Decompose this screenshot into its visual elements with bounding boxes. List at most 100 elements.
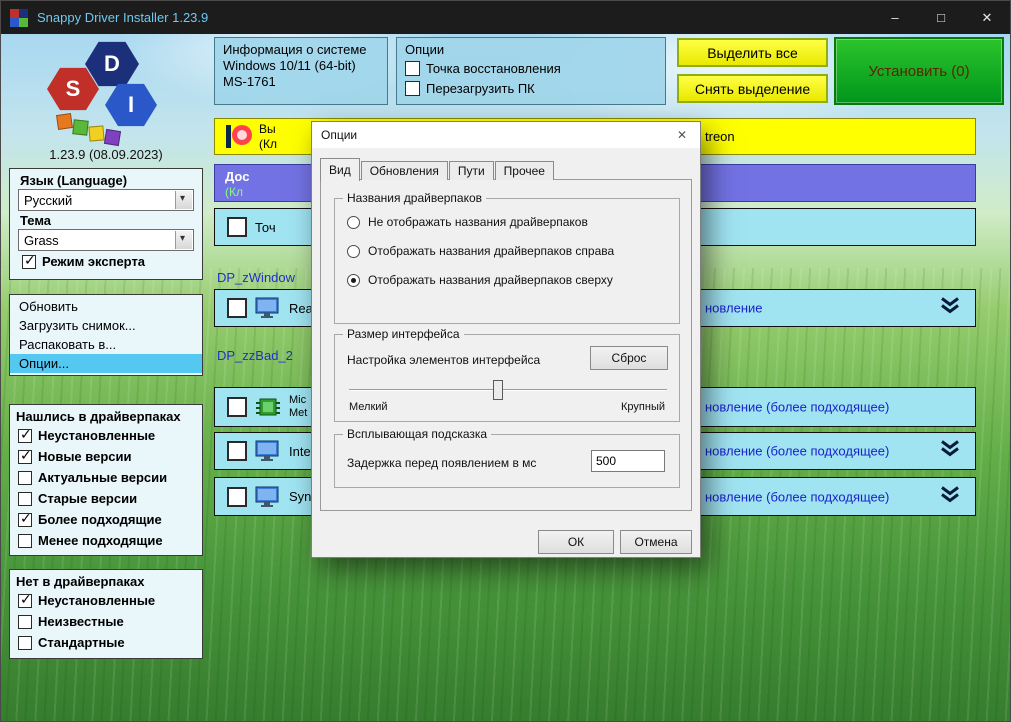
filter-checkbox[interactable] [18,448,32,464]
filter-label: Менее подходящие [38,533,163,548]
driver-name-fragment: Met [289,407,308,419]
chevron-down-icon[interactable] [175,231,192,249]
driver-checkbox[interactable] [227,217,247,237]
dialog-close-button[interactable]: ✕ [664,122,700,148]
logo-letter: D [104,51,120,76]
tooltip-group: Всплывающая подсказка Задержка перед поя… [334,427,680,488]
driver-name-fragment: Inte [289,443,311,459]
filter-row[interactable]: Неизвестные [14,611,198,632]
filter-label: Старые версии [38,491,138,506]
menu-item-load-snapshot[interactable]: Загрузить снимок... [10,316,202,335]
names-group: Названия драйверпаков Не отображать назв… [334,191,680,324]
radio-row[interactable]: Отображать названия драйверпаков сверху [347,273,613,287]
app-window: Snappy Driver Installer 1.23.9 – □ ✕ D S… [0,0,1011,722]
patreon-text-fragment: treon [705,129,735,144]
install-button[interactable]: Установить (0) [834,37,1004,105]
size-slider-thumb[interactable] [493,380,503,400]
app-body: D S I 1.23.9 (08.09.2023) Язык (Language… [1,34,1010,721]
restore-point-label: Точка восстановления [426,60,561,76]
slider-max-label: Крупный [621,401,665,413]
dialog-tabs: Вид Обновления Пути Прочее [320,157,555,181]
menu-item-update[interactable]: Обновить [10,297,202,316]
ok-button[interactable]: ОК [538,530,614,554]
filter-label: Неизвестные [38,614,124,629]
filter-row[interactable]: Неустановленные [14,590,198,611]
monitor-icon [255,486,279,507]
restore-point-checkbox[interactable] [405,60,420,76]
menu-item-options[interactable]: Опции... [10,354,202,373]
filter-checkbox[interactable] [18,470,32,485]
filter-checkbox[interactable] [18,592,32,608]
dialog-titlebar[interactable]: Опции [312,122,700,148]
driver-status-fragment: новление [705,300,763,316]
driverpack-link[interactable]: DP_zWindow [217,270,295,285]
filter-row[interactable]: Старые версии [14,488,198,509]
radio-button[interactable] [347,244,360,258]
filters-found-title: Нашлись в драйверпаках [16,409,181,424]
minimize-button[interactable]: – [872,1,918,34]
driver-name-fragment: Rea [289,300,313,316]
reboot-row[interactable]: Перезагрузить ПК [405,78,657,98]
filter-row[interactable]: Менее подходящие [14,530,198,551]
dialog-title: Опции [321,128,358,142]
expert-mode-checkbox-row[interactable]: Режим эксперта [18,251,194,272]
app-icon [10,8,28,27]
tab-view[interactable]: Вид [320,158,360,181]
reboot-checkbox[interactable] [405,80,420,96]
expand-chevron-icon[interactable] [939,439,961,464]
size-group-label: Настройка элементов интерфейса [347,353,541,367]
driver-checkbox[interactable] [227,298,247,318]
close-button[interactable]: ✕ [964,1,1010,34]
filter-row[interactable]: Неустановленные [14,425,198,446]
radio-button[interactable] [347,215,360,229]
driver-checkbox[interactable] [227,441,247,461]
actions-menu-panel: Обновить Загрузить снимок... Распаковать… [9,294,203,376]
radio-label: Отображать названия драйверпаков справа [368,244,615,258]
language-label: Язык (Language) [20,173,128,188]
cancel-button[interactable]: Отмена [620,530,692,554]
driverpack-link[interactable]: DP_zzBad_2 [217,348,293,363]
filter-label: Неустановленные [38,428,156,443]
filter-row[interactable]: Новые версии [14,446,198,467]
theme-select[interactable]: Grass [18,229,194,251]
expand-chevron-icon[interactable] [939,296,961,321]
system-model-label: MS-1761 [223,74,276,89]
size-slider-track[interactable] [349,389,667,391]
filter-checkbox[interactable] [18,614,32,629]
select-all-button[interactable]: Выделить все [677,38,828,67]
reset-button[interactable]: Сброс [590,346,668,370]
filter-checkbox[interactable] [18,491,32,506]
radio-label: Не отображать названия драйверпаков [368,215,588,229]
filter-checkbox[interactable] [18,427,32,443]
window-title: Snappy Driver Installer 1.23.9 [37,10,209,25]
filter-checkbox[interactable] [18,533,32,548]
window-controls: – □ ✕ [872,1,1010,34]
radio-row[interactable]: Не отображать названия драйверпаков [347,215,588,229]
radio-row[interactable]: Отображать названия драйверпаков справа [347,244,614,258]
chevron-down-icon[interactable] [175,191,192,209]
language-select[interactable]: Русский [18,189,194,211]
expert-mode-checkbox[interactable] [22,253,36,269]
names-group-title: Названия драйверпаков [343,191,487,205]
driver-checkbox[interactable] [227,397,247,417]
sdi-logo: D S I [43,40,173,148]
menu-item-extract[interactable]: Распаковать в... [10,335,202,354]
logo-tile-icon [56,113,73,130]
restore-point-row[interactable]: Точка восстановления [405,58,657,78]
tab-misc[interactable]: Прочее [494,161,554,180]
filter-checkbox[interactable] [18,635,32,650]
expand-chevron-icon[interactable] [939,484,961,509]
filter-row[interactable]: Более подходящие [14,509,198,530]
install-options-panel: Опции Точка восстановления Перезагрузить… [396,37,666,105]
tab-updates[interactable]: Обновления [360,161,448,180]
maximize-button[interactable]: □ [918,1,964,34]
driver-checkbox[interactable] [227,486,247,507]
tab-paths[interactable]: Пути [448,161,494,180]
filter-row[interactable]: Актуальные версии [14,467,198,488]
filter-checkbox[interactable] [18,511,32,527]
deselect-all-button[interactable]: Снять выделение [677,74,828,103]
radio-button[interactable] [347,273,360,287]
filter-row[interactable]: Стандартные [14,632,198,653]
version-label: 1.23.9 (08.09.2023) [49,147,163,162]
tooltip-delay-input[interactable] [591,450,665,472]
